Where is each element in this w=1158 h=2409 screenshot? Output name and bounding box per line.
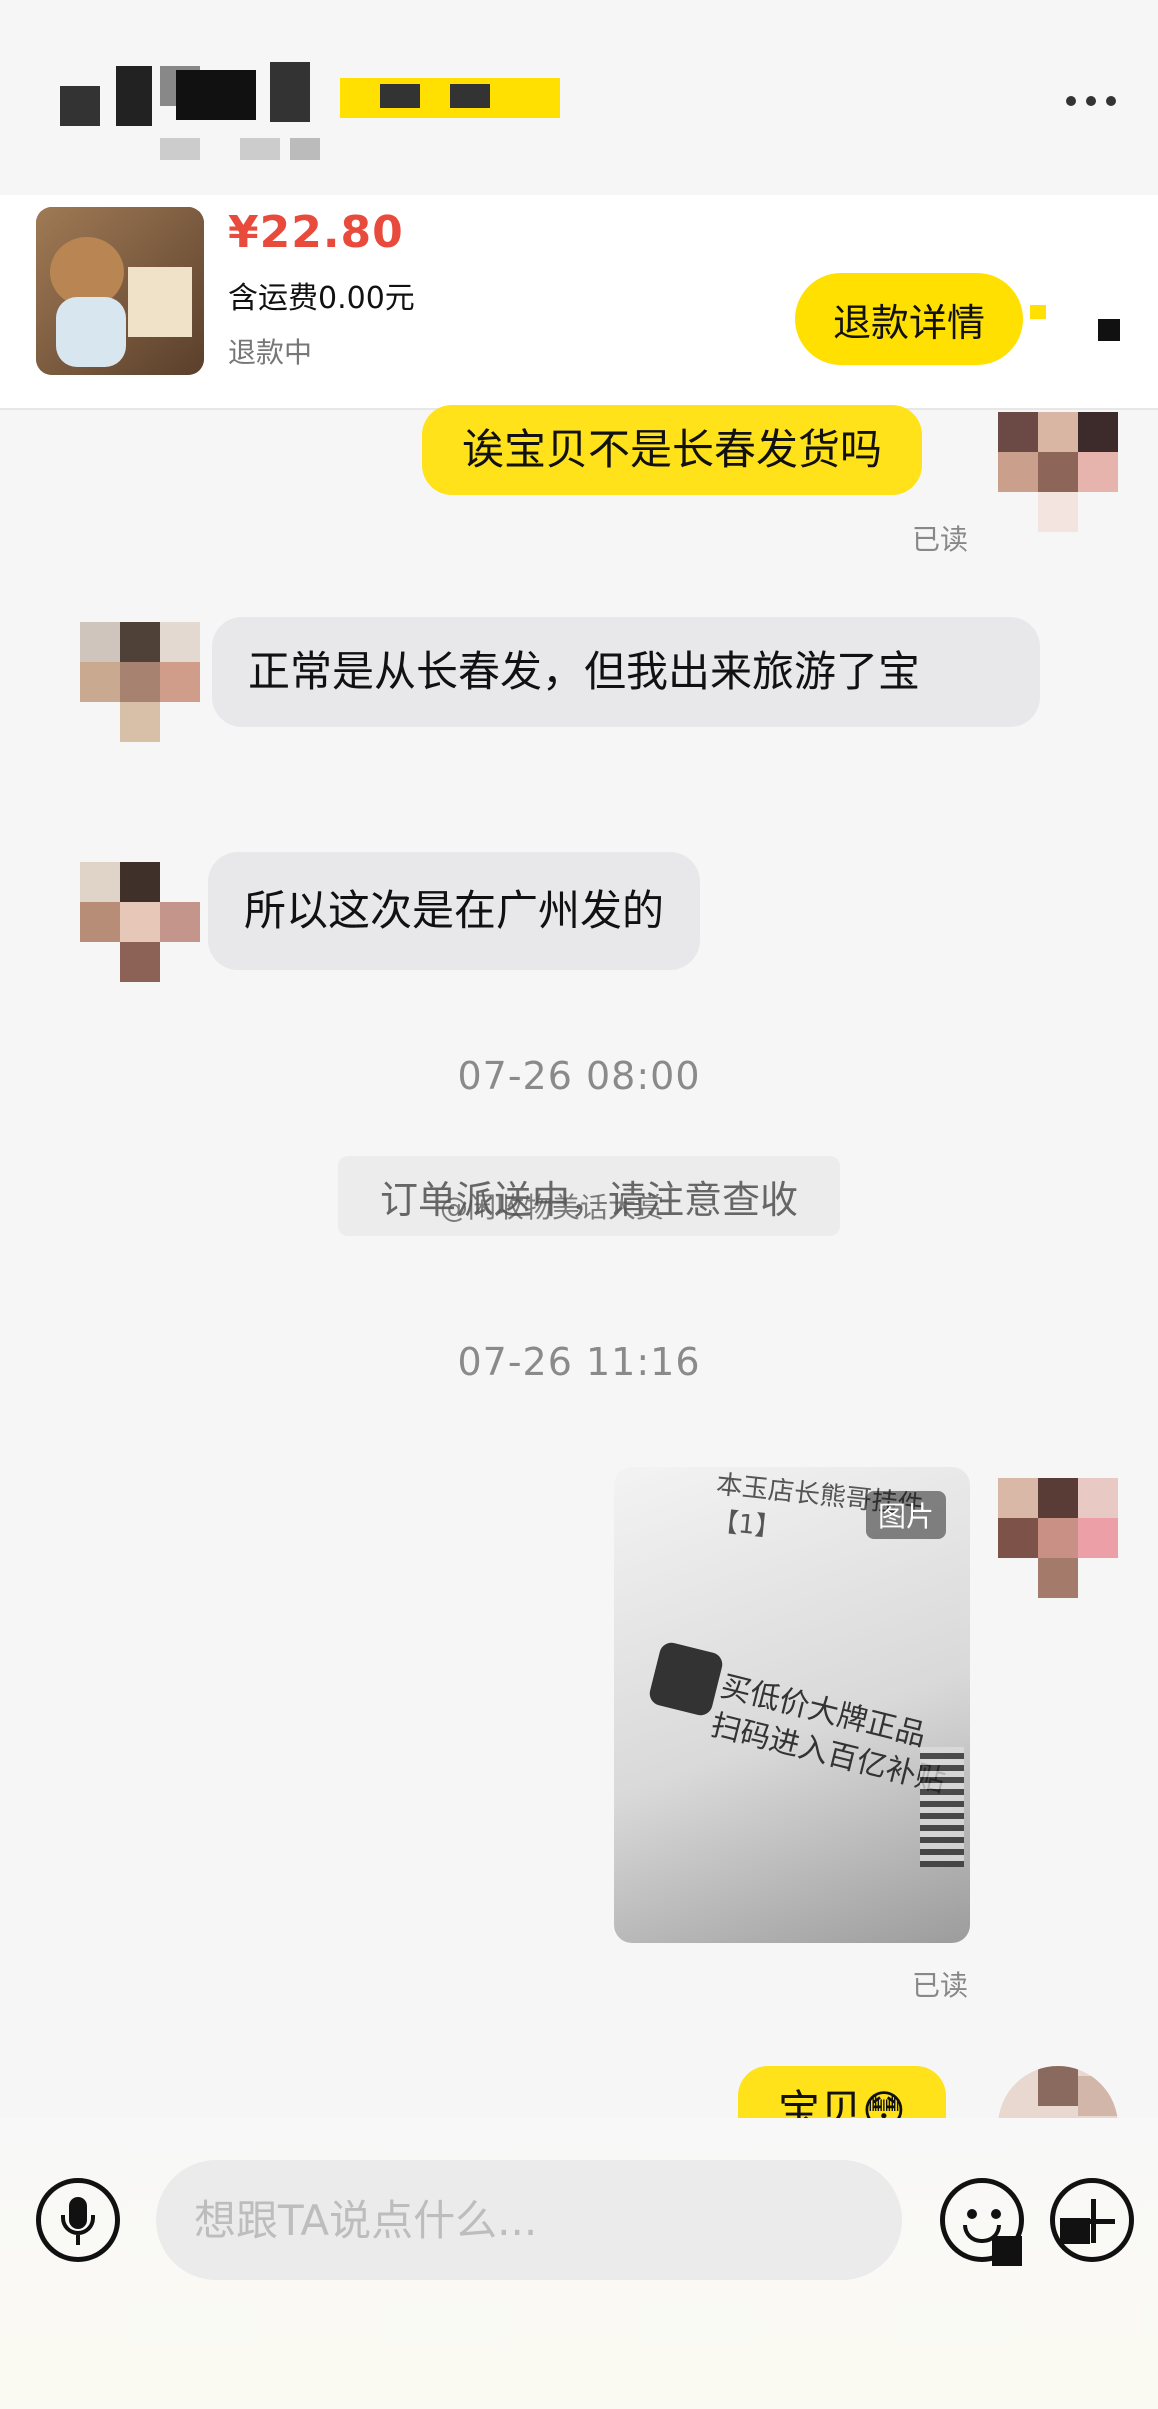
- shipping-fee: 含运费0.00元: [228, 281, 415, 316]
- watermark: @闲收物美话大赏: [440, 1191, 665, 1224]
- message-text: 宝贝😳: [778, 2086, 906, 2118]
- message-text: 诶宝贝不是长春发货吗: [462, 425, 883, 474]
- read-receipt: 已读: [912, 1969, 969, 2002]
- timestamp: 07-26 08:00: [457, 1054, 701, 1098]
- message-bubble-sent[interactable]: 诶宝贝不是长春发货吗: [422, 405, 923, 495]
- qr-code-icon: [920, 1747, 964, 1867]
- refund-details-button[interactable]: 退款详情: [795, 273, 1023, 365]
- chat-header: [0, 0, 1158, 195]
- microphone-icon[interactable]: [36, 2178, 120, 2262]
- read-receipt: 已读: [912, 523, 969, 556]
- my-avatar[interactable]: [998, 412, 1118, 532]
- message-text: 所以这次是在广州发的: [244, 886, 665, 935]
- my-avatar[interactable]: [998, 2066, 1118, 2118]
- product-card[interactable]: ¥22.80 含运费0.00元 退款中 退款详情: [0, 195, 1158, 410]
- message-input[interactable]: [156, 2160, 902, 2280]
- message-bubble-received[interactable]: 所以这次是在广州发的: [208, 852, 701, 970]
- my-avatar[interactable]: [998, 1478, 1118, 1598]
- timestamp: 07-26 11:16: [457, 1340, 701, 1384]
- product-thumbnail[interactable]: [36, 207, 204, 375]
- image-message[interactable]: 本玉店长熊哥挂件【1】 买低价大牌正品 扫码进入百亿补贴 图片: [614, 1467, 970, 1943]
- message-bubble-sent[interactable]: 宝贝😳: [738, 2066, 946, 2118]
- contact-avatar[interactable]: [80, 622, 200, 742]
- contact-avatar[interactable]: [80, 862, 200, 982]
- product-price: ¥22.80: [228, 207, 404, 258]
- more-horizontal-icon[interactable]: [1056, 86, 1126, 116]
- image-badge: 图片: [865, 1491, 946, 1539]
- bag-logo-icon: [647, 1640, 725, 1718]
- message-clip: 宝贝😳: [0, 2050, 1158, 2118]
- refund-status: 退款中: [228, 336, 313, 369]
- message-text: 正常是从长春发，但我出来旅游了宝: [248, 647, 921, 696]
- input-bar: [0, 2118, 1158, 2409]
- message-bubble-received[interactable]: 正常是从长春发，但我出来旅游了宝: [212, 617, 1040, 727]
